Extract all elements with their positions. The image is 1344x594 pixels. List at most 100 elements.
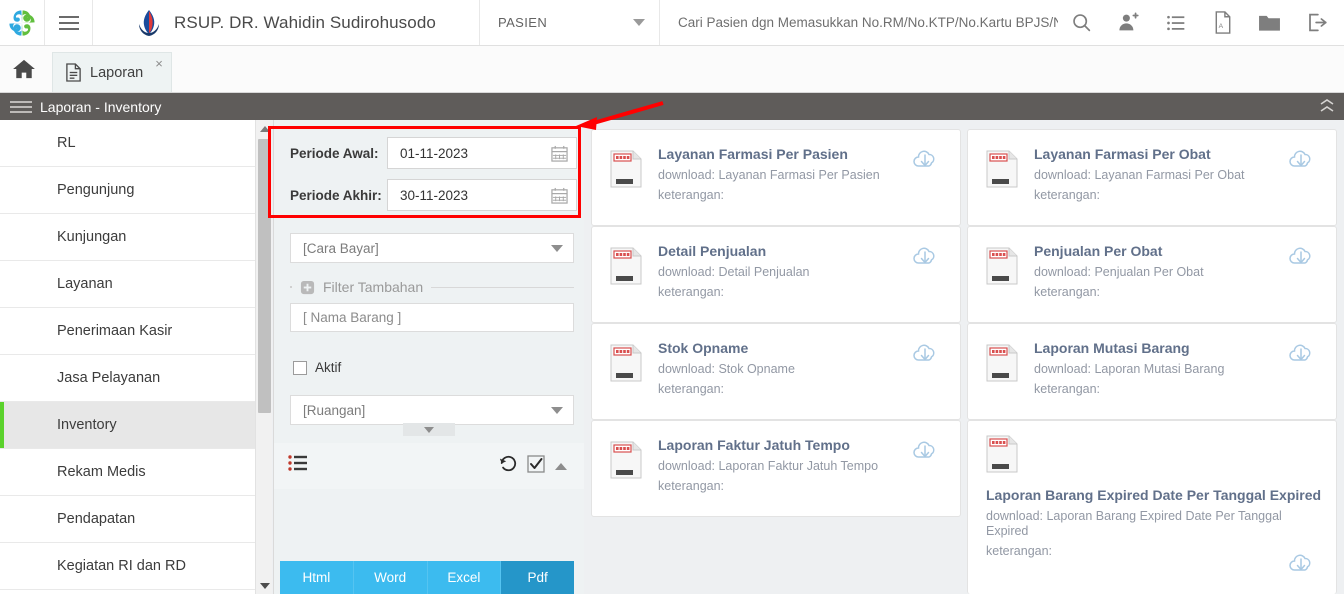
sidebar-item-jasa-pelayanan[interactable]: Jasa Pelayanan — [0, 355, 255, 402]
report-file-icon — [610, 150, 642, 188]
cloud-download-icon[interactable] — [1288, 552, 1314, 576]
history-reset-icon[interactable] — [499, 455, 517, 478]
tab-laporan[interactable]: Laporan × — [52, 52, 172, 92]
nama-barang-input[interactable]: [ Nama Barang ] — [290, 303, 574, 332]
aktif-checkbox[interactable] — [293, 360, 307, 375]
brand-block: RSUP. DR. Wahidin Sudirohusodo — [93, 0, 480, 45]
logout-icon[interactable] — [1293, 0, 1340, 45]
cloud-download-icon[interactable] — [912, 342, 938, 366]
tab-bar: Laporan × — [0, 46, 1344, 93]
filter-tambahan-label: Filter Tambahan — [323, 279, 424, 295]
report-card-note: keterangan: — [658, 285, 725, 299]
calendar-icon[interactable] — [551, 187, 568, 204]
cloud-download-icon[interactable] — [912, 439, 938, 463]
report-card-title: Penjualan Per Obat — [1034, 243, 1163, 259]
filter-toolbar-actions — [499, 454, 567, 478]
sidebar-item-label: Inventory — [57, 417, 117, 433]
report-card-penjualan-per-obat[interactable]: Penjualan Per Obat download: Penjualan P… — [967, 226, 1337, 323]
report-card-stok-opname[interactable]: Stok Opname download: Stok Opname ketera… — [591, 323, 961, 420]
home-tab-button[interactable] — [0, 46, 48, 92]
report-card-note: keterangan: — [658, 188, 725, 202]
report-card-note: keterangan: — [658, 382, 725, 396]
report-card-note: keterangan: — [658, 479, 725, 493]
report-card-laporan-mutasi-barang[interactable]: Laporan Mutasi Barang download: Laporan … — [967, 323, 1337, 420]
brand-title: RSUP. DR. Wahidin Sudirohusodo — [174, 12, 436, 32]
patient-search-field[interactable] — [660, 0, 1058, 45]
report-card-detail-penjualan[interactable]: Detail Penjualan download: Detail Penjua… — [591, 226, 961, 323]
top-header: RSUP. DR. Wahidin Sudirohusodo PASIEN Ca… — [0, 0, 1344, 46]
cloud-download-icon[interactable] — [1288, 148, 1314, 172]
context-select[interactable]: PASIEN — [480, 0, 660, 45]
ruangan-select[interactable]: [Ruangan] — [290, 395, 574, 425]
report-card-laporan-faktur-jatuh-tempo[interactable]: Laporan Faktur Jatuh Tempo download: Lap… — [591, 420, 961, 517]
collapse-icon[interactable] — [1320, 99, 1334, 113]
export-html-button[interactable]: Html — [280, 561, 354, 594]
cloud-download-icon[interactable] — [1288, 245, 1314, 269]
sidebar-item-penerimaan-kasir[interactable]: Penerimaan Kasir — [0, 308, 255, 355]
sidebar-item-rekam-medis[interactable]: Rekam Medis — [0, 449, 255, 496]
breadcrumb-menu-icon[interactable] — [10, 98, 32, 116]
aktif-checkbox-row[interactable]: Aktif — [293, 360, 341, 375]
sidebar-item-rl[interactable]: RL — [0, 120, 255, 167]
export-word-button[interactable]: Word — [353, 561, 428, 594]
periode-akhir-input[interactable]: 30-11-2023 — [387, 179, 577, 211]
legend-divider — [431, 286, 574, 288]
folder-icon[interactable] — [1246, 0, 1293, 45]
report-file-icon — [610, 344, 642, 382]
report-file-icon — [986, 344, 1018, 382]
filter-panel: Periode Awal: 01-11-2023 Periode Akhir: … — [273, 120, 585, 594]
search-input[interactable] — [678, 15, 1058, 30]
report-card-laporan-barang-expired-date[interactable]: Laporan Barang Expired Date Per Tanggal … — [967, 420, 1337, 594]
report-card-layanan-farmasi-per-pasien[interactable]: Layanan Farmasi Per Pasien download: Lay… — [591, 129, 961, 226]
add-user-icon[interactable] — [1105, 0, 1152, 45]
periode-akhir-label: Periode Akhir: — [290, 187, 382, 203]
scroll-down-icon[interactable] — [256, 577, 273, 594]
cloud-download-icon[interactable] — [1288, 342, 1314, 366]
export-button-bar: Html Word Excel Pdf — [280, 561, 574, 594]
sidebar-scrollbar[interactable] — [255, 120, 272, 594]
search-icon[interactable] — [1058, 0, 1105, 45]
checkbox-check-icon[interactable] — [527, 454, 545, 478]
report-card-download: download: Penjualan Per Obat — [1034, 265, 1204, 279]
periode-awal-input[interactable]: 01-11-2023 — [387, 137, 577, 169]
menu-toggle-button[interactable] — [45, 0, 93, 45]
scrollbar-thumb[interactable] — [258, 139, 271, 413]
report-card-note: keterangan: — [1034, 285, 1101, 299]
sidebar-item-label: Rekam Medis — [57, 464, 146, 480]
sidebar-item-kegiatan-ri-dan-rd[interactable]: Kegiatan RI dan RD — [0, 543, 255, 590]
cloud-download-icon[interactable] — [912, 148, 938, 172]
cara-bayar-select[interactable]: [Cara Bayar] — [290, 233, 574, 263]
sidebar-item-kunjungan[interactable]: Kunjungan — [0, 214, 255, 261]
breadcrumb-bar: Laporan - Inventory — [0, 93, 1344, 120]
report-card-download: download: Layanan Farmasi Per Pasien — [658, 168, 880, 182]
calendar-icon[interactable] — [551, 145, 568, 162]
plus-circle-icon[interactable] — [300, 280, 315, 295]
filter-tambahan-legend[interactable]: Filter Tambahan — [290, 277, 574, 297]
chevron-up-icon[interactable] — [555, 462, 567, 470]
export-pdf-button[interactable]: Pdf — [501, 561, 574, 594]
periode-awal-label: Periode Awal: — [290, 145, 379, 161]
svg-text:A: A — [1218, 23, 1223, 30]
legend-dot — [290, 286, 292, 288]
report-card-title: Layanan Farmasi Per Pasien — [658, 146, 848, 162]
sidebar-item-layanan[interactable]: Layanan — [0, 261, 255, 308]
cloud-download-icon[interactable] — [912, 245, 938, 269]
list-icon[interactable] — [1152, 0, 1199, 45]
content-area: RL Pengunjung Kunjungan Layanan Penerima… — [0, 120, 1344, 594]
report-card-note: keterangan: — [1034, 188, 1101, 202]
home-icon — [13, 59, 35, 79]
chevron-down-icon — [633, 19, 645, 26]
report-card-layanan-farmasi-per-obat[interactable]: Layanan Farmasi Per Obat download: Layan… — [967, 129, 1337, 226]
close-icon[interactable]: × — [155, 56, 163, 71]
pdf-icon[interactable]: A — [1199, 0, 1246, 45]
export-excel-button[interactable]: Excel — [427, 561, 502, 594]
hospital-lotus-icon — [139, 9, 160, 36]
panel-expander-button[interactable] — [403, 423, 455, 436]
report-card-download: download: Detail Penjualan — [658, 265, 810, 279]
app-logo[interactable] — [0, 0, 45, 45]
list-bullets-icon[interactable] — [288, 455, 308, 477]
sidebar-item-inventory[interactable]: Inventory — [0, 402, 255, 449]
scroll-up-icon[interactable] — [256, 120, 273, 137]
sidebar-item-pengunjung[interactable]: Pengunjung — [0, 167, 255, 214]
sidebar-item-pendapatan[interactable]: Pendapatan — [0, 496, 255, 543]
